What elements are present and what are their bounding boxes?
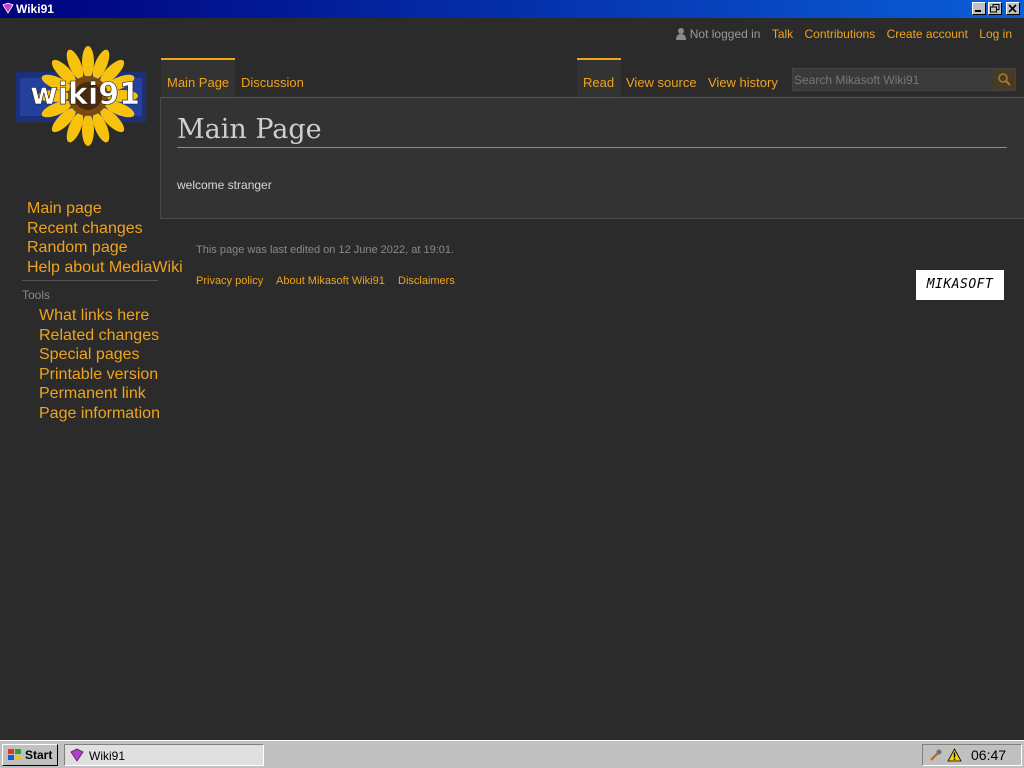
- sidebar-item-main-page[interactable]: Main page: [27, 200, 102, 218]
- create-account-link[interactable]: Create account: [887, 27, 968, 41]
- sunflower-logo-icon: wiki91: [16, 46, 146, 146]
- wiki-logo[interactable]: wiki91: [14, 44, 148, 148]
- about-link[interactable]: About Mikasoft Wiki91: [276, 275, 385, 287]
- clock[interactable]: 06:47: [971, 747, 1006, 763]
- search-box: [792, 68, 1016, 91]
- search-input[interactable]: [793, 69, 994, 90]
- window-title-bar[interactable]: Wiki91: [0, 0, 1024, 18]
- book-icon: [2, 2, 14, 14]
- minimize-icon: [975, 10, 981, 12]
- close-icon: [1008, 4, 1017, 13]
- close-button[interactable]: [1006, 2, 1020, 15]
- book-icon: [70, 748, 84, 762]
- privacy-policy-link[interactable]: Privacy policy: [196, 275, 263, 287]
- page-body-text: welcome stranger: [177, 178, 272, 192]
- page-title: Main Page: [177, 114, 1007, 148]
- tool-icon[interactable]: [929, 748, 943, 762]
- windows-logo-icon: [8, 749, 21, 760]
- sidebar-divider: [22, 280, 158, 281]
- sidebar-item-what-links-here[interactable]: What links here: [39, 307, 149, 325]
- restore-button[interactable]: [988, 2, 1002, 15]
- window-title: Wiki91: [16, 2, 54, 16]
- tab-read-label: Read: [583, 75, 615, 90]
- sidebar-item-related-changes[interactable]: Related changes: [39, 327, 159, 345]
- search-button[interactable]: [993, 69, 1015, 90]
- user-icon: [675, 28, 686, 40]
- sidebar-item-page-information[interactable]: Page information: [39, 405, 160, 423]
- system-tray: 06:47: [922, 744, 1022, 766]
- log-in-link[interactable]: Log in: [979, 27, 1012, 41]
- sidebar-item-help[interactable]: Help about MediaWiki: [27, 259, 183, 277]
- sidebar-item-recent-changes[interactable]: Recent changes: [27, 220, 143, 238]
- minimize-button[interactable]: [972, 2, 986, 15]
- taskbar-item-wiki91[interactable]: Wiki91: [64, 744, 264, 766]
- talk-link[interactable]: Talk: [772, 27, 793, 41]
- sidebar-item-printable-version[interactable]: Printable version: [39, 366, 158, 384]
- contributions-link[interactable]: Contributions: [805, 27, 876, 41]
- disclaimers-link[interactable]: Disclaimers: [398, 275, 455, 287]
- taskbar: Start Wiki91 06:47: [0, 740, 1024, 768]
- tab-main-page-label: Main Page: [167, 75, 230, 90]
- tab-discussion[interactable]: Discussion: [235, 58, 309, 98]
- tab-view-source[interactable]: View source: [620, 58, 702, 98]
- not-logged-in: Not logged in: [675, 27, 761, 41]
- logo-text: wiki91: [30, 77, 140, 112]
- sidebar-item-permanent-link[interactable]: Permanent link: [39, 385, 146, 403]
- restore-icon: [990, 4, 1000, 13]
- search-icon: [998, 73, 1011, 86]
- personal-tools: Not logged in Talk Contributions Create …: [668, 27, 1012, 41]
- tools-heading: Tools: [22, 288, 51, 302]
- tab-read[interactable]: Read: [577, 58, 621, 98]
- tab-discussion-label: Discussion: [241, 75, 304, 90]
- sidebar-item-random-page[interactable]: Random page: [27, 239, 128, 257]
- start-label: Start: [25, 748, 53, 762]
- last-modified-text: This page was last edited on 12 June 202…: [196, 244, 455, 256]
- tab-main-page[interactable]: Main Page: [161, 58, 235, 98]
- content-area: Main Page welcome stranger: [160, 97, 1024, 219]
- mikasoft-badge-text: MIKASOFT: [926, 277, 994, 292]
- tab-view-history-label: View history: [708, 75, 778, 90]
- start-button[interactable]: Start: [2, 744, 58, 766]
- taskbar-item-label: Wiki91: [89, 749, 126, 763]
- warning-icon[interactable]: [947, 748, 962, 762]
- tab-view-source-label: View source: [626, 75, 697, 90]
- tab-view-history[interactable]: View history: [702, 58, 786, 98]
- not-logged-in-text: Not logged in: [689, 27, 761, 41]
- sidebar-item-special-pages[interactable]: Special pages: [39, 346, 140, 364]
- browser-content: wiki91 Not logged in Talk Contributions …: [0, 18, 1024, 740]
- mikasoft-badge[interactable]: MIKASOFT: [916, 270, 1004, 300]
